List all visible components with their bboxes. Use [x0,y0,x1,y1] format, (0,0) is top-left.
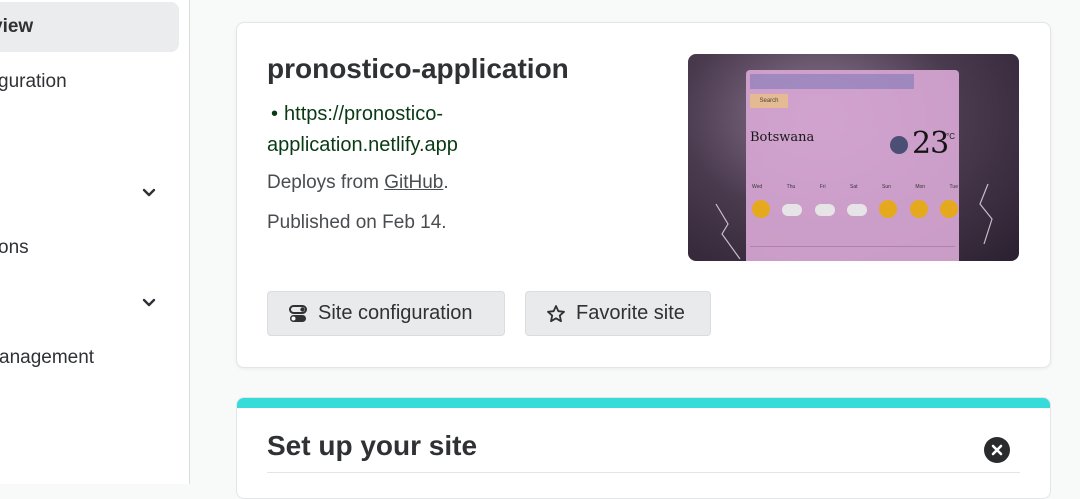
sun-icon [909,200,928,218]
site-preview-image[interactable]: Search Botswana 23 °C Wed Thu Fri Sat Su… [688,54,1019,261]
preview-city: Botswana [750,130,815,145]
preview-search-field [750,74,914,89]
moon-icon [890,136,908,154]
chevron-down-icon [142,298,156,307]
published-date: Published on Feb 14. [267,212,447,233]
forecast-day: Wed [752,184,763,190]
sidebar-item-label: guration [0,71,67,92]
forecast-day: Tue [949,184,958,190]
forecast-day: Mon [915,184,926,190]
sidebar: view guration ons anagement [0,0,190,484]
site-configuration-button[interactable]: Site configuration [267,291,505,336]
favorite-site-button[interactable]: Favorite site [525,291,711,336]
github-link[interactable]: GitHub [384,172,443,193]
forecast-day: Thu [786,184,796,190]
forecast-day: Sat [850,184,858,190]
sun-icon [939,200,958,218]
deploys-suffix: . [443,172,449,193]
star-icon [547,304,565,322]
dismiss-button[interactable] [984,437,1010,463]
sidebar-item-label: ons [0,237,29,258]
chevron-down-icon [142,188,156,197]
deploys-prefix: Deploys from [267,172,385,193]
site-overview-card: pronostico-application • https://pronosti… [236,22,1051,368]
site-url-link[interactable]: https://pronostico-application.netlify.a… [267,103,458,156]
close-icon [991,444,1003,456]
sun-icon [752,200,770,218]
sidebar-item-management[interactable]: anagement [0,333,179,383]
cloud-icon [782,204,803,216]
preview-weather-panel: Search Botswana 23 °C Wed Thu Fri Sat Su… [746,70,959,261]
sidebar-item-expandable[interactable] [0,168,179,218]
accent-bar [237,398,1050,408]
deploy-source: Deploys from GitHub. [267,172,449,194]
sidebar-item-configuration[interactable]: guration [0,57,179,107]
cloud-icon [846,204,867,216]
preview-temperature: 23 [912,126,949,161]
sidebar-item-overview[interactable]: view [0,2,179,52]
favorite-site-label: Favorite site [576,302,685,324]
site-url-row: • https://pronostico-application.netlify.… [267,99,567,161]
sidebar-item-label: anagement [0,347,95,368]
sun-icon [879,200,898,218]
sidebar-item-label: view [0,16,34,37]
preview-unit: °C [946,132,955,141]
divider [267,472,1020,473]
preview-search-button: Search [750,94,788,108]
setup-title: Set up your site [267,430,478,461]
forecast-day: Fri [819,184,826,190]
preview-forecast-icons [752,200,958,218]
preview-forecast-days: Wed Thu Fri Sat Sun Mon Tue [752,184,958,190]
site-configuration-label: Site configuration [318,302,473,324]
sidebar-item-options[interactable]: ons [0,223,179,273]
site-name: pronostico-application [267,53,569,84]
bullet: • [271,103,279,125]
cloud-icon [814,204,835,216]
divider [750,246,955,247]
toggle-settings-icon [289,304,307,322]
sidebar-item-expandable[interactable] [0,278,179,328]
forecast-day: Sun [882,184,891,190]
